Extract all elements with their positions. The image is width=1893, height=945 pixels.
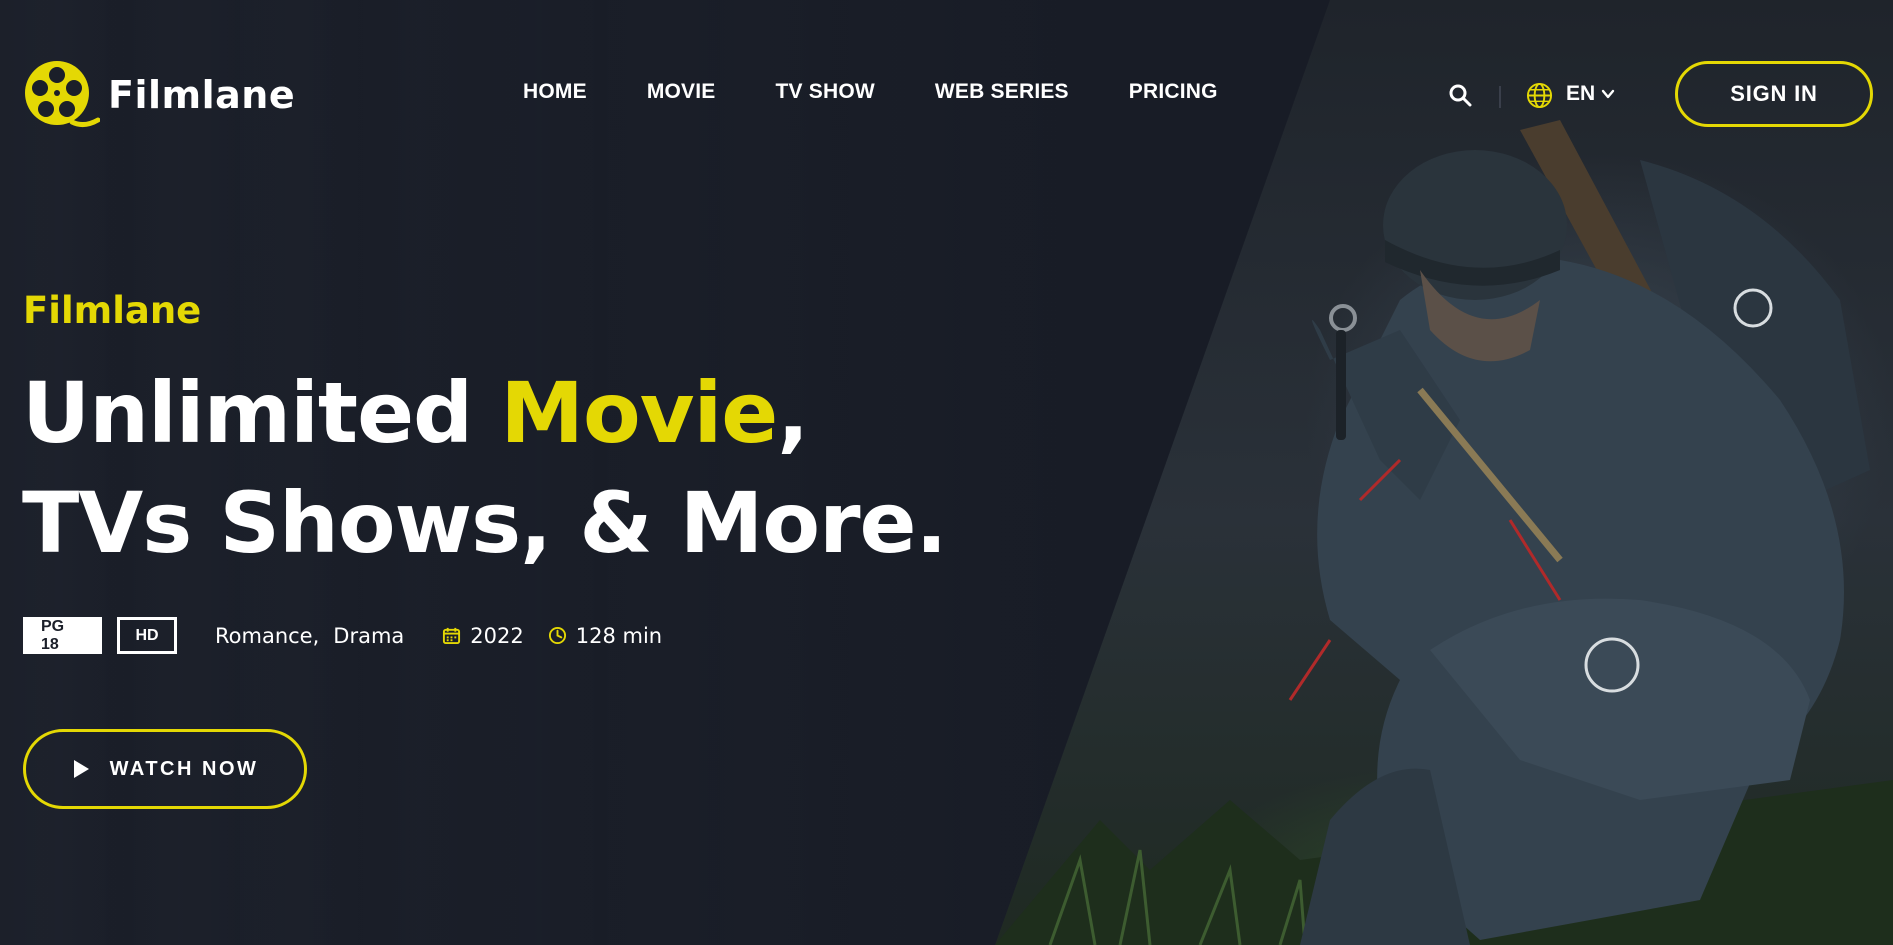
nav-item-web-series[interactable]: WEB SERIES: [935, 80, 1069, 104]
nav-item-movie[interactable]: MOVIE: [647, 80, 716, 104]
genre-list: Romance, Drama: [215, 624, 404, 648]
clock-icon: [548, 626, 566, 645]
globe-icon[interactable]: [1526, 82, 1553, 109]
nav-item-pricing[interactable]: PRICING: [1129, 80, 1218, 104]
genre-item[interactable]: Romance,: [215, 624, 319, 648]
calendar-icon: [443, 627, 461, 645]
genre-item[interactable]: Drama: [333, 624, 404, 648]
release-year: 2022: [442, 623, 524, 648]
nav-item-tv-show[interactable]: TV SHOW: [776, 80, 875, 104]
headline-line-2: TVs Shows, & More.: [22, 474, 947, 572]
headline-part-2: ,: [777, 364, 809, 462]
movie-meta: PG 18 HD Romance, Drama 2022 128 min: [23, 617, 662, 654]
duration: 128 min: [548, 624, 662, 648]
watch-now-button[interactable]: WATCH NOW: [23, 729, 307, 809]
headline-accent: Movie: [500, 364, 778, 462]
nav-item-home[interactable]: HOME: [523, 80, 587, 104]
film-reel-icon: [25, 61, 100, 128]
sign-in-button[interactable]: SIGN IN: [1675, 61, 1873, 127]
header-divider: [1499, 86, 1501, 108]
brand-logo[interactable]: Filmlane: [22, 60, 295, 130]
search-icon[interactable]: [1448, 83, 1472, 107]
main-nav: HOME MOVIE TV SHOW WEB SERIES PRICING: [523, 80, 1278, 104]
headline-part-1: Unlimited: [22, 364, 501, 462]
brand-name: Filmlane: [108, 73, 296, 117]
chevron-down-icon: [1601, 89, 1615, 99]
duration-label: 128 min: [575, 623, 663, 648]
watch-now-label: WATCH NOW: [109, 757, 259, 780]
quality-badge: HD: [117, 617, 177, 654]
rating-badge: PG 18: [23, 617, 102, 654]
hero-headline: Unlimited Movie, TVs Shows, & More.: [22, 358, 947, 578]
language-selector[interactable]: EN: [1566, 82, 1615, 106]
year-label: 2022: [470, 623, 524, 648]
hero-subtitle: Filmlane: [23, 289, 202, 332]
play-icon: [73, 760, 89, 778]
hero-section: Filmlane HOME MOVIE TV SHOW WEB SERIES P…: [0, 0, 1893, 945]
language-label: EN: [1566, 82, 1596, 105]
